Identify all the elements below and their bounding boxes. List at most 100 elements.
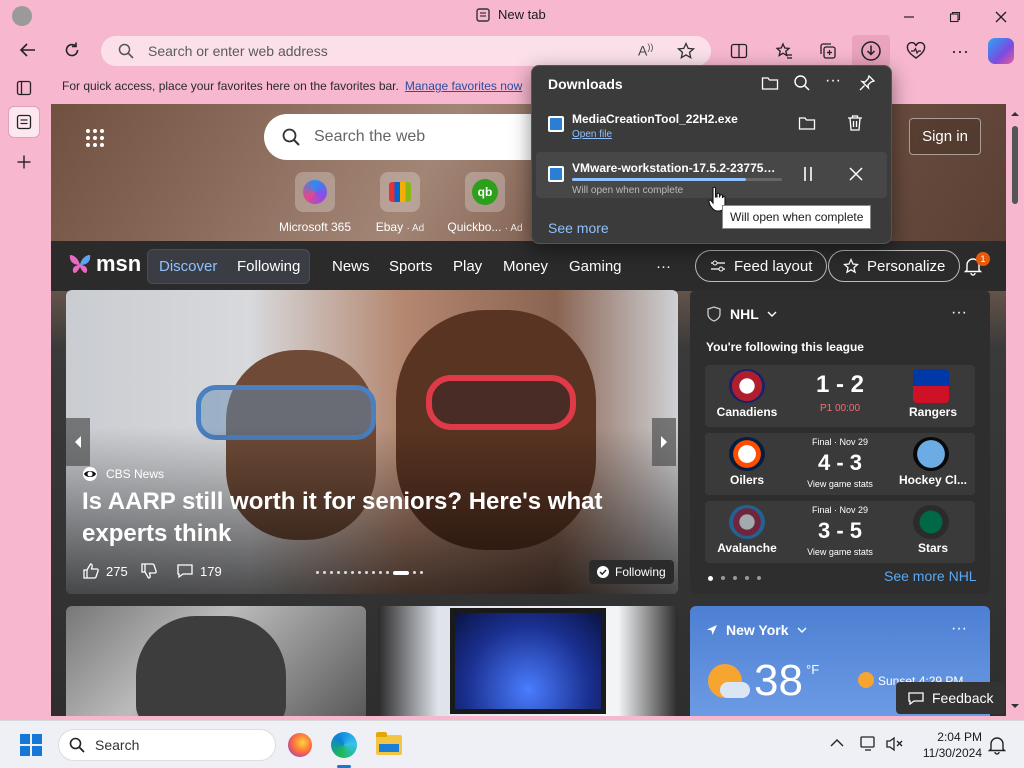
windows-start-icon[interactable] bbox=[20, 734, 42, 756]
newtab-icon bbox=[476, 7, 490, 22]
profile-avatar[interactable] bbox=[12, 6, 32, 26]
personalize-button[interactable]: Personalize bbox=[828, 250, 961, 282]
download-status: Will open when complete bbox=[572, 185, 684, 196]
notification-center-bell-icon[interactable] bbox=[988, 735, 1006, 755]
tab-gaming[interactable]: Gaming bbox=[569, 258, 622, 275]
network-icon[interactable] bbox=[860, 736, 878, 752]
taskbar-search[interactable]: Search bbox=[58, 729, 276, 761]
close-window-button[interactable] bbox=[978, 4, 1024, 30]
refresh-button[interactable] bbox=[56, 34, 88, 66]
view-stats-link[interactable]: View game stats bbox=[789, 479, 891, 489]
scroll-down-arrow-icon[interactable] bbox=[1006, 700, 1024, 712]
delete-trash-icon[interactable] bbox=[847, 114, 863, 132]
vertical-tabs-icon[interactable] bbox=[8, 72, 40, 104]
cancel-download-icon[interactable] bbox=[849, 167, 863, 181]
tab-discover[interactable]: Discover bbox=[159, 258, 217, 275]
article-headline[interactable]: Is AARP still worth it for seniors? Here… bbox=[82, 486, 672, 550]
scroll-thumb[interactable] bbox=[1012, 126, 1018, 204]
weather-more-icon[interactable]: ··· bbox=[951, 620, 967, 638]
download-item-mediacreationtool[interactable]: MediaCreationTool_22H2.exe Open file bbox=[536, 102, 887, 148]
show-in-folder-icon[interactable] bbox=[798, 114, 816, 132]
comments-button[interactable]: 179 bbox=[176, 562, 222, 580]
edge-icon[interactable] bbox=[331, 732, 357, 758]
copilot-icon[interactable] bbox=[988, 38, 1014, 64]
web-search-box[interactable]: Search the web bbox=[264, 114, 554, 160]
thumbs-down-icon bbox=[141, 563, 157, 579]
carousel-dots[interactable] bbox=[316, 571, 423, 575]
game-avalanche-stars[interactable]: Avalanche Stars Final · Nov 29 3 - 5 Vie… bbox=[705, 501, 975, 563]
new-tab-plus-icon[interactable] bbox=[8, 146, 40, 178]
search-downloads-icon[interactable] bbox=[793, 74, 811, 92]
show-hidden-icons-chevron-icon[interactable] bbox=[830, 738, 844, 748]
newtab-sidebar-tab[interactable] bbox=[8, 106, 40, 138]
game-canadiens-rangers[interactable]: Canadiens Rangers 1 - 2 P1 00:00 bbox=[705, 365, 975, 427]
notification-badge: 1 bbox=[976, 252, 990, 266]
weather-location[interactable]: New York bbox=[706, 622, 807, 638]
carousel-next-button[interactable] bbox=[652, 418, 676, 466]
restore-button[interactable] bbox=[932, 4, 978, 30]
settings-more-icon[interactable]: ··· bbox=[944, 35, 976, 67]
pause-icon[interactable] bbox=[800, 166, 816, 182]
more-tabs-button[interactable]: ··· bbox=[656, 258, 671, 275]
home-team: Avalanche bbox=[717, 541, 777, 555]
minimize-button[interactable] bbox=[886, 4, 932, 30]
feed-layout-button[interactable]: Feed layout bbox=[695, 250, 828, 282]
league-name: NHL bbox=[730, 306, 759, 322]
tab-following[interactable]: Following bbox=[237, 258, 300, 275]
carousel-prev-button[interactable] bbox=[66, 418, 90, 466]
web-search-placeholder: Search the web bbox=[314, 128, 426, 145]
tab-play[interactable]: Play bbox=[453, 258, 482, 275]
favorite-star-icon[interactable] bbox=[670, 35, 702, 67]
favorites-icon[interactable] bbox=[768, 35, 800, 67]
dislike-button[interactable] bbox=[140, 562, 158, 580]
quicklink-ebay[interactable]: Ebay · Ad bbox=[360, 172, 440, 234]
league-selector[interactable]: NHL bbox=[706, 306, 777, 322]
collections-icon[interactable] bbox=[812, 35, 844, 67]
chevron-down-icon bbox=[797, 627, 807, 633]
pin-icon[interactable] bbox=[858, 74, 876, 92]
address-input[interactable]: Search or enter web address bbox=[148, 43, 328, 59]
clock[interactable]: 2:04 PM 11/30/2024 bbox=[918, 729, 982, 761]
city-name: New York bbox=[726, 622, 789, 638]
game-oilers-hockeyclub[interactable]: Oilers Hockey Cl... Final · Nov 29 4 - 3… bbox=[705, 433, 975, 495]
quicklink-microsoft365[interactable]: Microsoft 365 bbox=[275, 172, 355, 234]
away-team: Hockey Cl... bbox=[898, 473, 968, 487]
tab-title[interactable]: New tab bbox=[476, 7, 546, 22]
card-pager-dots[interactable] bbox=[708, 576, 761, 581]
browser-essentials-icon[interactable] bbox=[900, 35, 932, 67]
cbs-eye-icon bbox=[83, 467, 97, 481]
article-card-soldier[interactable] bbox=[66, 606, 366, 716]
tab-news[interactable]: News bbox=[332, 258, 370, 275]
open-downloads-folder-icon[interactable] bbox=[761, 74, 779, 92]
page-scrollbar[interactable] bbox=[1006, 104, 1024, 716]
article-source[interactable]: CBS News bbox=[82, 466, 164, 482]
card-more-icon[interactable]: ··· bbox=[951, 304, 967, 322]
back-button[interactable] bbox=[12, 34, 44, 66]
feedback-button[interactable]: Feedback bbox=[896, 682, 1006, 714]
open-file-link[interactable]: Open file bbox=[572, 129, 612, 140]
apps-grid-icon[interactable] bbox=[85, 128, 105, 148]
firefox-icon[interactable] bbox=[288, 733, 312, 757]
file-explorer-icon[interactable] bbox=[376, 732, 402, 755]
tab-sports[interactable]: Sports bbox=[389, 258, 432, 275]
following-button[interactable]: Following bbox=[589, 560, 674, 584]
downloads-more-icon[interactable]: ··· bbox=[825, 72, 841, 90]
see-more-nhl-link[interactable]: See more NHL bbox=[884, 568, 977, 584]
msn-logo[interactable]: msn bbox=[67, 251, 141, 277]
stars-logo bbox=[913, 505, 949, 539]
tab-money[interactable]: Money bbox=[503, 258, 548, 275]
sign-in-button[interactable]: Sign in bbox=[909, 118, 981, 155]
volume-muted-icon[interactable] bbox=[885, 736, 903, 752]
split-screen-icon[interactable] bbox=[723, 35, 755, 67]
hero-article-card[interactable]: CBS News Is AARP still worth it for seni… bbox=[66, 290, 678, 594]
quicklink-quickbooks[interactable]: qb Quickbo... · Ad bbox=[445, 172, 525, 234]
see-more-downloads-link[interactable]: See more bbox=[548, 220, 609, 236]
like-button[interactable]: 275 bbox=[82, 562, 128, 580]
view-stats-link[interactable]: View game stats bbox=[789, 547, 891, 557]
read-aloud-icon[interactable]: A)) bbox=[638, 42, 653, 59]
scroll-up-arrow-icon[interactable] bbox=[1006, 108, 1024, 120]
downloads-button[interactable] bbox=[852, 35, 890, 67]
article-card-laptop[interactable] bbox=[378, 606, 678, 716]
manage-favorites-link[interactable]: Manage favorites now bbox=[405, 79, 522, 93]
clock-date: 11/30/2024 bbox=[922, 746, 982, 760]
